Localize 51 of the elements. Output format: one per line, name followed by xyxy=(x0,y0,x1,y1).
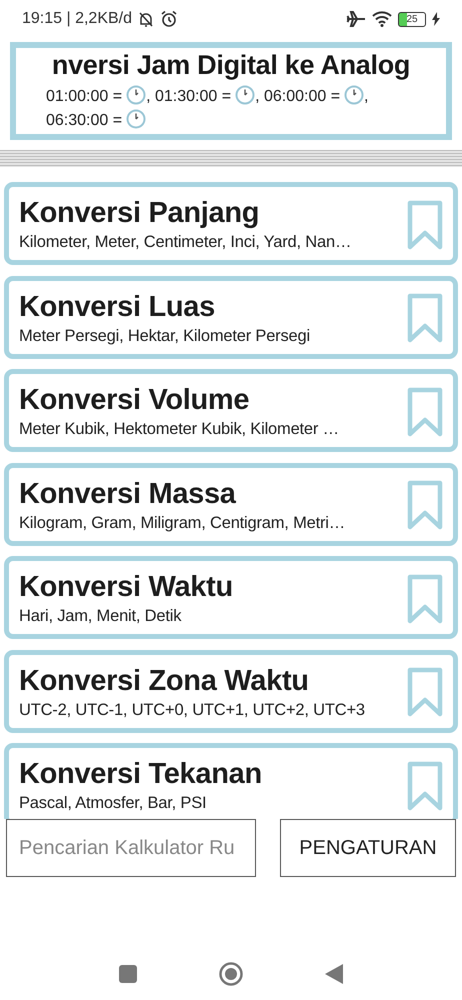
separator: , xyxy=(255,88,260,105)
converter-card[interactable]: Konversi Volume Meter Kubik, Hektometer Kubik, Kilometer … xyxy=(4,369,458,452)
recent-apps-icon[interactable] xyxy=(119,965,137,983)
converter-card[interactable]: Konversi Panjang Kilometer, Meter, Centimeter, Inci, Yard, Nan… xyxy=(4,182,458,265)
card-subtitle: Kilometer, Meter, Centimeter, Inci, Yard, Nan… xyxy=(19,233,352,252)
search-field[interactable]: Pencarian Kalkulator Ru xyxy=(6,819,256,877)
separator: , xyxy=(146,88,151,105)
converter-card[interactable]: Konversi Massa Kilogram, Gram, Miligram, Centigram, Metri… xyxy=(4,462,458,546)
card-subtitle: Kilogram, Gram, Miligram, Centigram, Metri… xyxy=(19,514,346,532)
bookmark-icon[interactable] xyxy=(407,667,443,717)
time-label: 06:30:00 = xyxy=(46,112,122,129)
card-title: Konversi Waktu xyxy=(19,571,234,604)
card-subtitle: UTC-2, UTC-1, UTC+0, UTC+1, UTC+2, UTC+3 xyxy=(19,700,366,720)
separator: , xyxy=(364,88,368,105)
time-label: 06:00:00 = xyxy=(264,88,340,105)
converter-card[interactable]: Konversi Luas Meter Persegi, Hektar, Kilometer Persegi xyxy=(4,276,458,358)
home-icon[interactable] xyxy=(219,962,243,986)
card-title: Konversi Luas xyxy=(19,290,216,324)
back-icon[interactable] xyxy=(325,964,343,984)
clock-icon xyxy=(126,85,146,105)
airplane-icon xyxy=(346,11,366,27)
bookmark-icon[interactable] xyxy=(407,574,443,624)
header-title: nversi Jam Digital ke Analog xyxy=(50,50,412,81)
card-subtitle: Hari, Jam, Menit, Detik xyxy=(19,607,182,626)
bookmark-icon[interactable] xyxy=(407,760,443,810)
bookmark-icon[interactable] xyxy=(407,480,443,530)
card-subtitle: Meter Kubik, Hektometer Kubik, Kilometer … xyxy=(19,420,340,439)
clock-icon xyxy=(235,85,256,105)
settings-button[interactable]: PENGATURAN xyxy=(280,819,456,877)
battery-icon: 25 xyxy=(398,12,426,26)
alarm-icon xyxy=(160,10,178,28)
charging-icon xyxy=(432,12,440,26)
time-label: 01:00:00 = xyxy=(46,88,122,105)
bookmark-icon[interactable] xyxy=(407,200,443,250)
wifi-icon xyxy=(372,11,392,27)
card-title: Konversi Volume xyxy=(19,384,250,417)
bookmark-icon[interactable] xyxy=(407,386,443,436)
card-title: Konversi Panjang xyxy=(19,197,260,230)
clock-icon xyxy=(344,85,364,105)
status-time: 19:15 | 2,2KB/d xyxy=(22,10,132,28)
bell-off-icon xyxy=(138,10,154,28)
card-title: Konversi Massa xyxy=(19,478,237,510)
converter-card[interactable]: Konversi Waktu Hari, Jam, Menit, Detik xyxy=(4,556,458,639)
card-title: Konversi Zona Waktu xyxy=(19,664,310,698)
clock-icon xyxy=(126,109,146,129)
bookmark-icon[interactable] xyxy=(407,293,443,343)
converter-card[interactable]: Konversi Zona Waktu UTC-2, UTC-1, UTC+0, UTC+1, UTC+2, UTC+3 xyxy=(4,650,458,732)
card-title: Konversi Tekanan xyxy=(19,758,263,791)
card-subtitle: Pascal, Atmosfer, Bar, PSI xyxy=(19,794,208,813)
card-subtitle: Meter Persegi, Hektar, Kilometer Persegi xyxy=(19,326,311,346)
time-label: 01:30:00 = xyxy=(154,88,232,105)
